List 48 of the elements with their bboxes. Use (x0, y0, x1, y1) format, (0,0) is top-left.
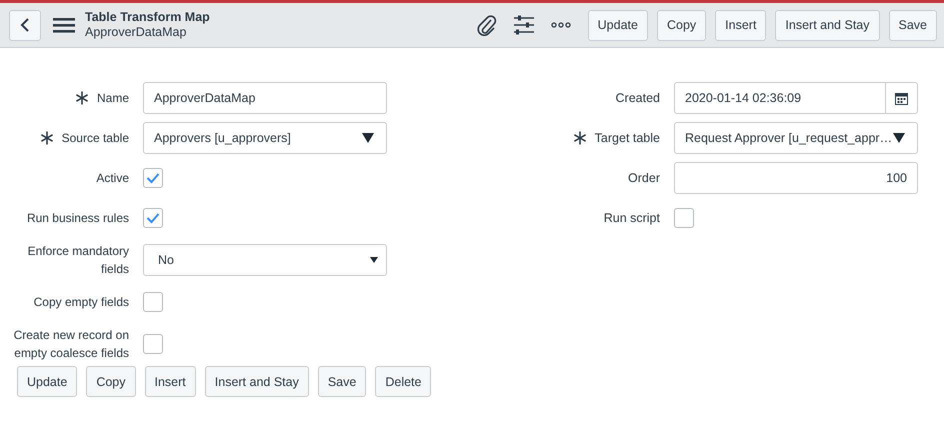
checkmark-icon (146, 212, 160, 224)
header-action-button[interactable]: Update (588, 10, 648, 40)
field-label: Order (628, 170, 660, 187)
dropdown-arrow-icon (370, 257, 378, 263)
dropdown-arrow-icon (362, 133, 374, 143)
checkbox[interactable] (143, 208, 163, 228)
paperclip-icon[interactable] (476, 14, 497, 36)
calendar-button[interactable] (886, 82, 918, 114)
field-label: Name (96, 90, 129, 107)
checkbox[interactable] (143, 334, 163, 354)
form-action-button[interactable]: Delete (375, 366, 432, 397)
checkbox[interactable] (674, 208, 694, 228)
header-action-button[interactable]: Copy (656, 10, 706, 40)
record-name: ApproverDataMap (85, 25, 188, 40)
menu-icon[interactable] (53, 16, 75, 34)
select-field[interactable]: Request Approver [u_request_appr… (674, 122, 918, 154)
date-field[interactable]: 2020-01-14 02:36:09 (674, 82, 886, 114)
more-icon[interactable] (550, 22, 571, 28)
form-title: Table Transform Map (85, 10, 210, 25)
field-label: Created (616, 90, 660, 107)
field-label: Enforce mandatory fields (26, 243, 129, 278)
calendar-icon (895, 92, 908, 104)
field-label: Run script (604, 210, 660, 227)
back-icon (20, 17, 30, 33)
form-action-button[interactable]: Insert (144, 366, 196, 397)
field-label: Target table (594, 130, 660, 147)
dropdown-arrow-icon (893, 133, 905, 143)
form-action-button[interactable]: Save (318, 366, 366, 397)
field-label: Active (96, 170, 129, 187)
field-label: Source table (62, 130, 129, 147)
form-action-button[interactable]: Copy (86, 366, 136, 397)
field-label: Create new record on empty coalesce fields (12, 327, 129, 362)
field-label: Run business rules (26, 210, 129, 227)
header-action-button[interactable]: Insert and Stay (775, 10, 880, 40)
checkbox[interactable] (143, 168, 163, 188)
header-action-button[interactable]: Insert (715, 10, 766, 40)
sliders-icon[interactable] (512, 15, 535, 35)
field-label: Copy empty fields (34, 294, 129, 311)
input-field[interactable]: 100 (674, 162, 918, 194)
checkmark-icon (146, 172, 160, 184)
select-field[interactable]: No (143, 244, 387, 276)
input-field[interactable]: ApproverDataMap (143, 82, 387, 114)
back-button[interactable] (9, 10, 41, 40)
form-action-button[interactable]: Insert and Stay (204, 366, 309, 397)
checkbox[interactable] (143, 292, 163, 312)
header-action-button[interactable]: Save (888, 10, 937, 40)
form-action-button[interactable]: Update (17, 366, 78, 397)
select-field[interactable]: Approvers [u_approvers] (143, 122, 387, 154)
